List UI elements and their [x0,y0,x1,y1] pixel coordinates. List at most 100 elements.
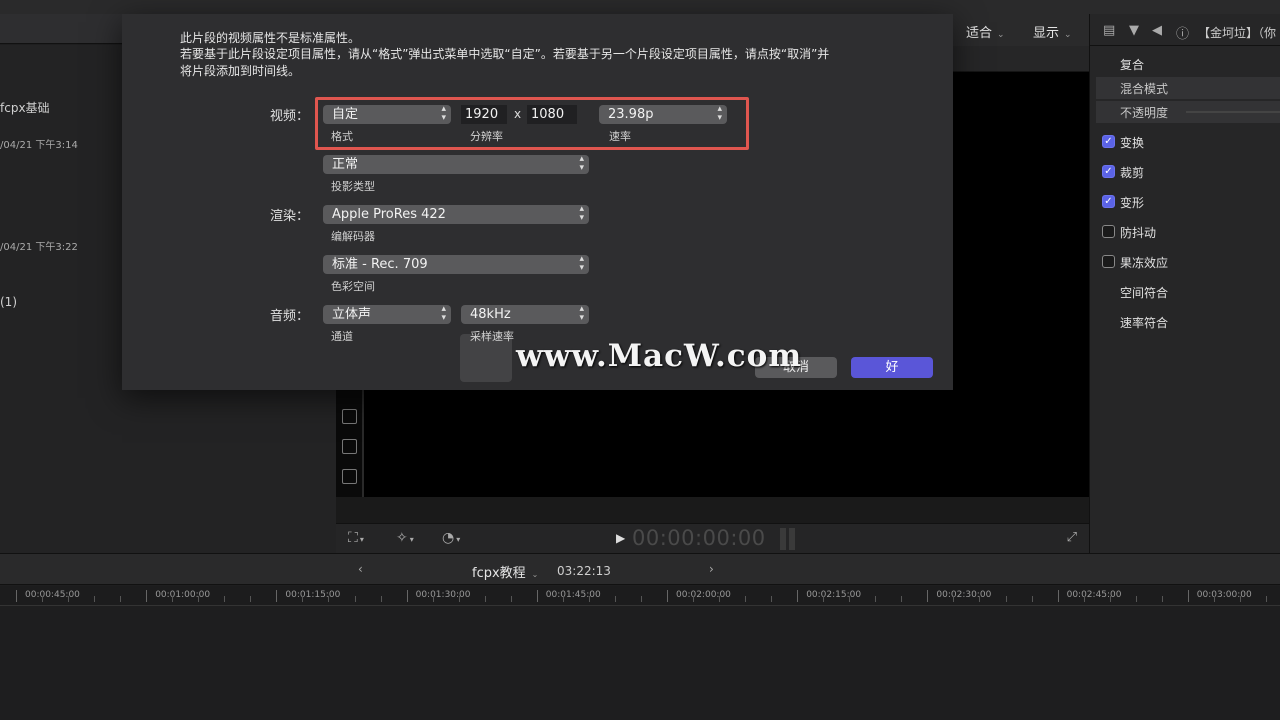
inspector-row-label: 变形 [1120,196,1145,210]
inspector-row-spatial-conform[interactable]: 空间符合 [1096,281,1280,303]
ruler-minor-tick [250,596,252,602]
ruler-tick-label: 00:01:30:00 [415,590,471,600]
timecode-display: 00:00:00:00 [632,526,766,550]
inspector-row-rate-conform[interactable]: 速率符合 [1096,311,1280,333]
ruler-minor-tick [1239,596,1241,602]
film-hole [342,469,357,484]
magic-wand-icon: ✧ [396,530,408,546]
ruler-minor-tick [1109,596,1111,602]
play-button[interactable]: ▶ [616,531,625,545]
ruler-minor-tick [484,596,486,602]
library-panel: fcpx基础 /04/21 下午3:14 /04/21 下午3:22 (1) [0,45,122,553]
ruler-minor-tick [745,596,747,602]
colorspace-popup[interactable]: 标准 - Rec. 709 ▴ ▾ [323,255,589,274]
crop-checkbox[interactable]: ✓ [1102,165,1115,178]
rolling-shutter-checkbox[interactable] [1102,255,1115,268]
timeline-forward-button[interactable]: › [709,562,714,576]
speed-tool-button[interactable]: ◔ ▾ [442,530,460,546]
ruler-tick [1057,590,1059,602]
annotation-highlight-box [315,97,749,150]
expand-icon: ⤢ [1066,530,1077,545]
render-section-label: 渲染： [269,209,309,224]
inspector-row-label: 裁剪 [1120,166,1145,180]
ruler-minor-tick [640,596,642,602]
color-inspector-tab[interactable]: ▼ [1129,23,1139,38]
inspector-tabs: ▤ ▼ ◀ ⓘ 【金坷垃】（你 [1090,14,1280,46]
samplerate-popup[interactable]: 48kHz ▴ ▾ [461,305,589,324]
chevron-down-icon: ⌄ [997,30,1005,40]
film-hole [342,409,357,424]
viewer-fit-menu[interactable]: 适合 ⌄ [966,22,1005,41]
audio-section-label: 音频： [269,309,309,324]
distort-checkbox[interactable]: ✓ [1102,195,1115,208]
inspector-row-distort[interactable]: ✓ 变形 [1096,191,1280,213]
ruler-tick [667,590,668,602]
colorspace-value: 标准 - Rec. 709 [332,257,428,272]
projection-popup[interactable]: 正常 ▴ ▾ [323,155,589,174]
channels-popup[interactable]: 立体声 ▴ ▾ [323,305,451,324]
watermark-logo-icon [460,334,512,382]
projection-caption: 投影类型 [331,180,375,193]
play-icon: ▶ [616,531,626,545]
ruler-minor-tick [979,596,981,602]
ruler-minor-tick [328,596,330,602]
updown-arrows-icon: ▴ ▾ [579,304,584,323]
inspector-row-label: 速率符合 [1120,316,1169,330]
viewer-display-label: 显示 [1033,26,1060,41]
inspector-row-rolling-shutter[interactable]: 果冻效应 [1096,251,1280,273]
ruler-minor-tick [849,596,851,602]
library-event-date: /04/21 下午3:22 [0,242,78,253]
ruler-tick-label: 00:02:00:00 [676,590,731,600]
timeline-project-menu[interactable]: fcpx教程 ⌄ [472,562,538,581]
inspector-row-label: 果冻效应 [1120,256,1169,270]
library-event-name[interactable]: fcpx基础 [0,99,50,116]
inspector-row-crop[interactable]: ✓ 裁剪 [1096,161,1280,183]
inspector-row-blend-mode[interactable]: 混合模式 [1096,77,1280,99]
ruler-tick [406,590,408,602]
inspector-row-label: 混合模式 [1120,82,1169,96]
chevron-down-icon: ⌄ [1064,30,1072,40]
ruler-minor-tick [198,596,200,602]
inspector-row-label: 不透明度 [1120,106,1169,120]
ruler-minor-tick [302,596,304,602]
ruler-minor-tick [510,596,512,602]
chevron-down-icon: ⌄ [531,570,539,579]
inspector-row-stabilization[interactable]: 防抖动 [1096,221,1280,243]
ruler-minor-tick [172,596,174,602]
ruler-tick-label: 00:00:45:00 [25,590,80,600]
ruler-minor-tick [614,596,616,602]
stabilization-checkbox[interactable] [1102,225,1115,238]
transform-tool-button[interactable]: ⛶ ▾ [348,530,364,546]
ruler-minor-tick [458,596,460,602]
ruler-minor-tick [1083,596,1085,602]
inspector-row-label: 复合 [1120,58,1145,72]
fullscreen-button[interactable]: ⤢ [1067,530,1077,545]
inspector-row-opacity[interactable]: 不透明度 [1096,101,1280,123]
crop-frame-icon: ⛶ [348,530,358,546]
projection-value: 正常 [332,157,359,172]
codec-popup[interactable]: Apple ProRes 422 ▴ ▾ [323,205,589,224]
video-inspector-tab[interactable]: ▤ [1103,23,1115,38]
inspector-row-transform[interactable]: ✓ 变换 [1096,131,1280,153]
ruler-tick-label: 00:02:30:00 [936,590,992,600]
inspector-section-compositing[interactable]: 复合 [1096,53,1280,75]
audio-inspector-tab[interactable]: ◀ [1152,23,1162,38]
film-hole [342,439,357,454]
ruler-minor-tick [1161,596,1163,602]
ok-button[interactable]: 好 [851,357,933,378]
opacity-slider[interactable] [1186,111,1280,113]
chevron-down-icon: ▾ [456,535,461,544]
transform-checkbox[interactable]: ✓ [1102,135,1115,148]
library-event-date: /04/21 下午3:14 [0,140,78,151]
enhance-tool-button[interactable]: ✧ ▾ [396,530,414,546]
info-inspector-tab[interactable]: ⓘ [1176,23,1189,42]
timeline-ruler[interactable]: 00:00:45:00 00:01:00:00 00:01:15:00 00:01:3… [0,586,1280,606]
updown-arrows-icon: ▴ ▾ [579,204,584,223]
timeline-track-area[interactable] [0,607,1280,720]
chevron-down-icon: ▾ [409,535,414,544]
ruler-tick [16,590,17,602]
browser-panel [122,390,336,553]
viewer-display-menu[interactable]: 显示 ⌄ [1033,22,1072,41]
ruler-minor-tick [823,596,825,602]
timeline-back-button[interactable]: ‹ [358,562,363,576]
